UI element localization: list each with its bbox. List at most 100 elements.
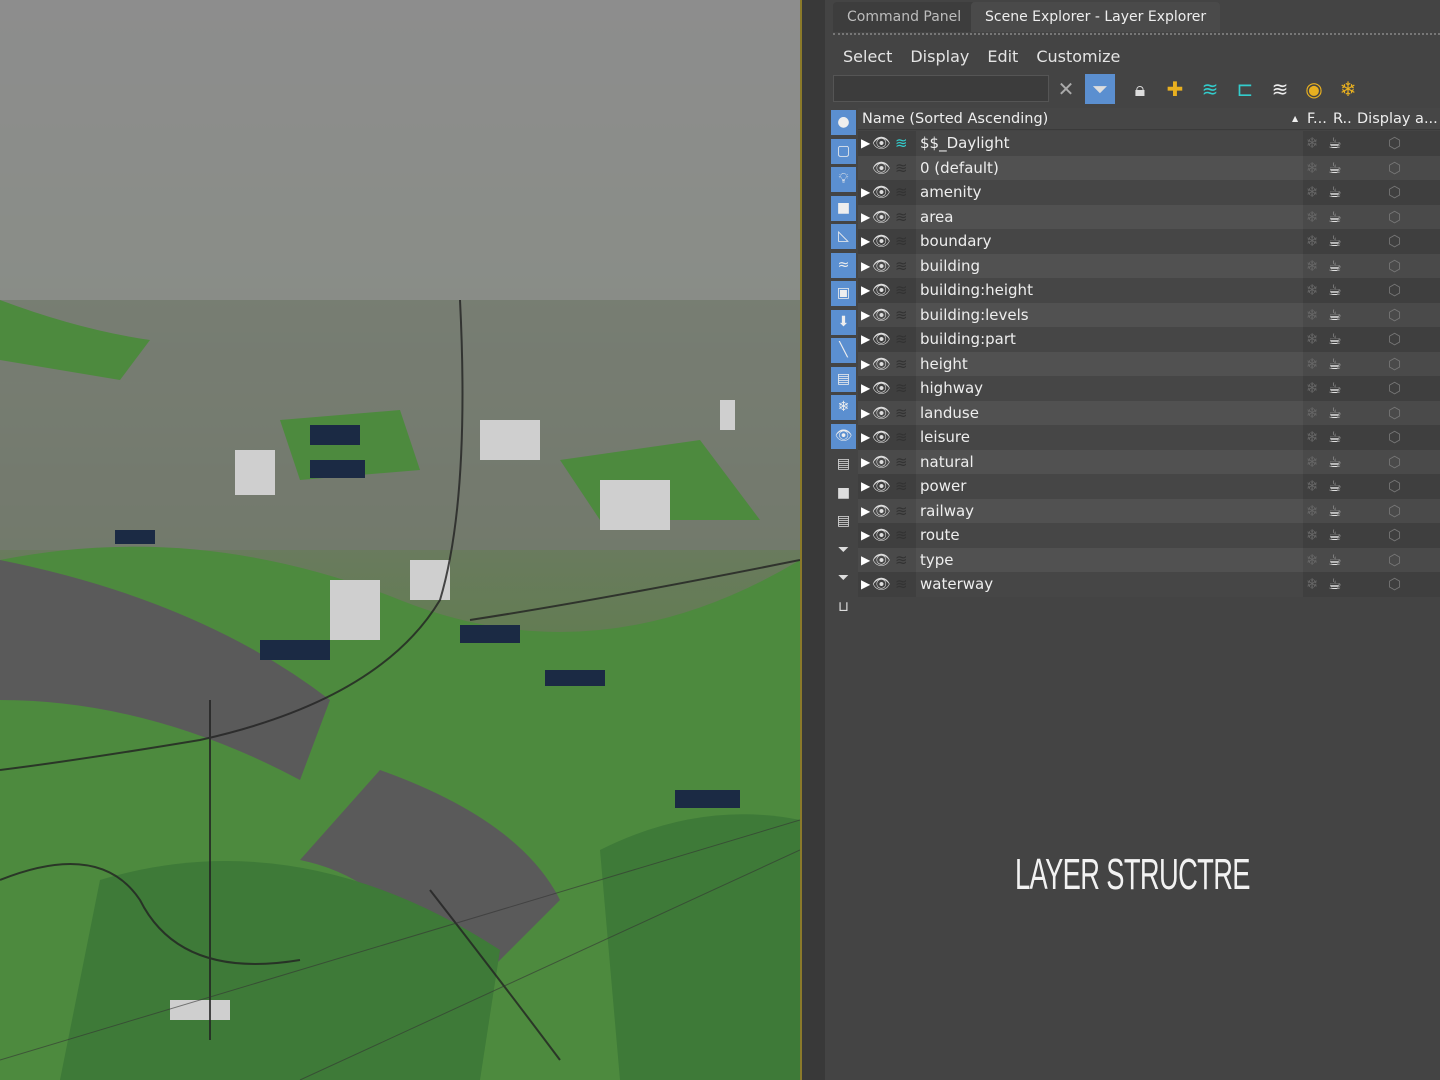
expand-icon[interactable]: ▶: [861, 303, 870, 328]
renderable-teapot-icon[interactable]: ☕︎: [1328, 376, 1341, 401]
renderable-teapot-icon[interactable]: ☕︎: [1328, 229, 1341, 254]
expand-icon[interactable]: ▶: [861, 425, 870, 450]
layer-stack-icon[interactable]: ≋: [895, 425, 908, 450]
tab-command-panel[interactable]: Command Panel: [833, 2, 976, 32]
visibility-eye-icon[interactable]: 👁︎: [872, 548, 891, 573]
renderable-teapot-icon[interactable]: ☕︎: [1328, 180, 1341, 205]
layer-stack-icon[interactable]: ≋: [895, 180, 908, 205]
layer-name[interactable]: 0 (default): [920, 156, 999, 181]
expand-icon[interactable]: ▶: [861, 401, 870, 426]
visibility-eye-icon[interactable]: 👁︎: [872, 278, 891, 303]
display-box-icon[interactable]: ⬡: [1388, 254, 1401, 279]
geometry-filter-icon[interactable]: ●: [831, 110, 856, 135]
lights-filter-icon[interactable]: 💡︎: [831, 167, 856, 192]
layer-name[interactable]: power: [920, 474, 966, 499]
expand-icon[interactable]: ▶: [861, 474, 870, 499]
layer-name[interactable]: waterway: [920, 572, 993, 597]
renderable-teapot-icon[interactable]: ☕︎: [1328, 474, 1341, 499]
layer-name[interactable]: amenity: [920, 180, 981, 205]
freeze-icon[interactable]: ❄: [1306, 303, 1319, 328]
expand-icon[interactable]: ▶: [861, 254, 870, 279]
visibility-eye-icon[interactable]: 👁︎: [872, 523, 891, 548]
display-box-icon[interactable]: ⬡: [1388, 474, 1401, 499]
visibility-eye-icon[interactable]: 👁︎: [872, 499, 891, 524]
visibility-eye-icon[interactable]: 👁︎: [872, 376, 891, 401]
column-render[interactable]: R..: [1333, 108, 1352, 130]
display-box-icon[interactable]: ⬡: [1388, 450, 1401, 475]
display-all-icon[interactable]: ▤: [831, 452, 856, 477]
filter-settings-icon[interactable]: ⏷: [831, 538, 856, 563]
layer-stack-icon[interactable]: ≋: [895, 131, 908, 156]
visibility-eye-icon[interactable]: 👁︎: [872, 131, 891, 156]
layer-name[interactable]: landuse: [920, 401, 979, 426]
renderable-teapot-icon[interactable]: ☕︎: [1328, 450, 1341, 475]
layer-row[interactable]: ▶ 👁︎ ≋ route ❄ ☕︎ ⬡: [858, 523, 1440, 548]
renderable-teapot-icon[interactable]: ☕︎: [1328, 425, 1341, 450]
layer-row[interactable]: ▶ 👁︎ ≋ landuse ❄ ☕︎ ⬡: [858, 400, 1440, 426]
layer-row[interactable]: ▶ 👁︎ ≋ waterway ❄ ☕︎ ⬡: [858, 572, 1440, 597]
visibility-eye-icon[interactable]: 👁︎: [872, 156, 891, 181]
invert-icon[interactable]: ▤: [831, 509, 856, 534]
hierarchy-icon[interactable]: ⊏: [1230, 74, 1260, 104]
expand-icon[interactable]: ▶: [861, 499, 870, 524]
display-box-icon[interactable]: ⬡: [1388, 229, 1401, 254]
renderable-teapot-icon[interactable]: ☕︎: [1328, 278, 1341, 303]
expand-icon[interactable]: ▶: [861, 131, 870, 156]
hidden-filter-icon[interactable]: 👁︎: [831, 423, 856, 449]
container-icon[interactable]: ⊔: [831, 595, 856, 620]
layer-row[interactable]: ▶ 👁︎ ≋ highway ❄ ☕︎ ⬡: [858, 376, 1440, 401]
renderable-teapot-icon[interactable]: ☕︎: [1328, 131, 1341, 156]
layer-stack-icon[interactable]: ≋: [895, 327, 908, 352]
layer-name[interactable]: route: [920, 523, 960, 548]
display-box-icon[interactable]: ⬡: [1388, 205, 1401, 230]
layer-stack-icon[interactable]: ≋: [895, 352, 908, 377]
add-to-layer-icon[interactable]: ≋: [1195, 74, 1225, 104]
freeze-icon[interactable]: ❄: [1306, 254, 1319, 279]
renderable-teapot-icon[interactable]: ☕︎: [1328, 548, 1341, 573]
menu-select[interactable]: Select: [843, 47, 892, 66]
layer-stack-icon[interactable]: ≋: [895, 229, 908, 254]
freeze-layers-icon[interactable]: ❄: [1333, 74, 1363, 104]
display-box-icon[interactable]: ⬡: [1388, 572, 1401, 597]
freeze-icon[interactable]: ❄: [1306, 572, 1319, 597]
renderable-teapot-icon[interactable]: ☕︎: [1328, 254, 1341, 279]
renderable-teapot-icon[interactable]: ☕︎: [1328, 156, 1341, 181]
layer-stack-icon[interactable]: ≋: [895, 572, 908, 597]
filter-icon[interactable]: ⏷: [1085, 74, 1115, 104]
layer-row[interactable]: ▶ 👁︎ ≋ $$_Daylight ❄ ☕︎ ⬡: [858, 131, 1440, 156]
visibility-eye-icon[interactable]: 👁︎: [872, 572, 891, 597]
visibility-eye-icon[interactable]: 👁︎: [872, 474, 891, 499]
freeze-icon[interactable]: ❄: [1306, 278, 1319, 303]
spacewarps-filter-icon[interactable]: ≈: [831, 252, 856, 278]
renderable-teapot-icon[interactable]: ☕︎: [1328, 523, 1341, 548]
display-box-icon[interactable]: ⬡: [1388, 303, 1401, 328]
renderable-teapot-icon[interactable]: ☕︎: [1328, 401, 1341, 426]
renderable-teapot-icon[interactable]: ☕︎: [1328, 205, 1341, 230]
renderable-teapot-icon[interactable]: ☕︎: [1328, 572, 1341, 597]
drag-handle[interactable]: [833, 33, 1440, 35]
layer-name[interactable]: boundary: [920, 229, 991, 254]
freeze-icon[interactable]: ❄: [1306, 425, 1319, 450]
visibility-eye-icon[interactable]: 👁︎: [872, 450, 891, 475]
visibility-eye-icon[interactable]: 👁︎: [872, 303, 891, 328]
freeze-icon[interactable]: ❄: [1306, 450, 1319, 475]
column-name[interactable]: Name (Sorted Ascending): [862, 108, 1048, 130]
menu-display[interactable]: Display: [910, 47, 969, 66]
layer-stack-icon[interactable]: ≋: [895, 205, 908, 230]
display-box-icon[interactable]: ⬡: [1388, 352, 1401, 377]
freeze-icon[interactable]: ❄: [1306, 352, 1319, 377]
visibility-eye-icon[interactable]: 👁︎: [872, 352, 891, 377]
lock-icon[interactable]: 🔒︎: [1125, 74, 1155, 104]
expand-icon[interactable]: ▶: [861, 180, 870, 205]
layer-name[interactable]: $$_Daylight: [920, 131, 1009, 156]
display-box-icon[interactable]: ⬡: [1388, 131, 1401, 156]
layer-name[interactable]: leisure: [920, 425, 970, 450]
layer-name[interactable]: building:levels: [920, 303, 1029, 328]
freeze-icon[interactable]: ❄: [1306, 548, 1319, 573]
expand-icon[interactable]: ▶: [861, 376, 870, 401]
renderable-teapot-icon[interactable]: ☕︎: [1328, 352, 1341, 377]
xrefs-filter-icon[interactable]: ⬇: [831, 309, 856, 335]
layer-row[interactable]: ▶ 👁︎ ≋ railway ❄ ☕︎ ⬡: [858, 498, 1440, 524]
layer-stack-icon[interactable]: ≋: [895, 499, 908, 524]
frozen-filter-icon[interactable]: ❄: [831, 395, 856, 420]
